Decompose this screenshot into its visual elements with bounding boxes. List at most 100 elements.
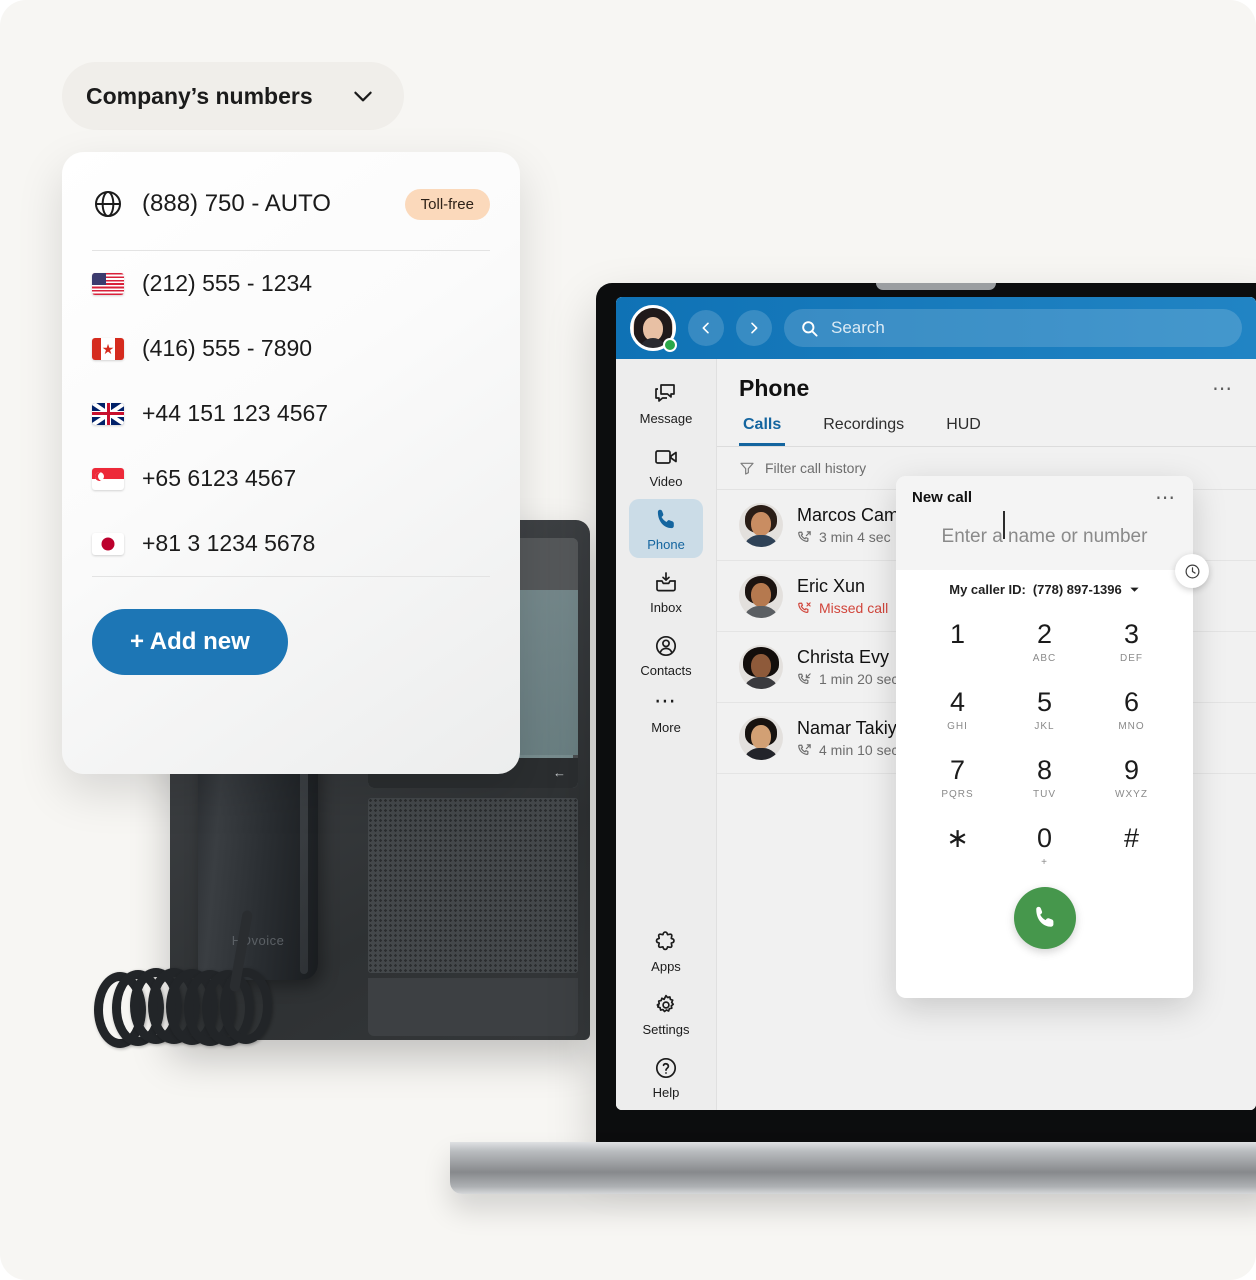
avatar [739,574,783,618]
caller-name: Namar Takiya [797,718,907,738]
sidebar-item-label: More [651,720,681,735]
key-letters: + [1041,857,1048,868]
chevron-right-icon [751,322,758,334]
key-letters: TUV [1033,789,1056,800]
call-outgoing-icon [798,743,811,755]
dialer-title: New call [912,489,973,506]
phone-call-icon [1035,906,1053,927]
key-letters: PQRS [941,789,974,800]
company-numbers-dropdown[interactable]: Company’s numbers [62,62,404,130]
dialpad-key-6[interactable]: 6 MNO [1088,677,1175,745]
sidebar-item-label: Settings [642,1022,690,1037]
call-outgoing-icon [798,530,811,542]
dialpad-key-2[interactable]: 2 ABC [1001,609,1088,677]
sidebar-item-phone[interactable]: Phone [629,499,703,558]
puzzle-icon [655,931,675,951]
phone-number: (212) 555 - 1234 [142,270,313,296]
key-letters: DEF [1120,653,1143,664]
dialpad-key-7[interactable]: 7 PQRS [914,745,1001,813]
globe-icon [95,191,121,217]
sidebar-item-label: Apps [651,959,681,974]
user-avatar[interactable] [630,305,677,352]
dialpad-key-8[interactable]: 8 TUV [1001,745,1088,813]
sidebar-item-message[interactable]: Message [629,373,703,432]
sidebar-item-video[interactable]: Video [629,436,703,495]
dialer-input-placeholder: Enter a name or number [941,526,1148,547]
tab-calls[interactable]: Calls [739,406,786,446]
sidebar-item-more[interactable]: ⋯ More [629,688,703,741]
key-digit: 3 [1123,619,1140,649]
desk-phone-cord [90,909,320,1050]
sidebar-item-apps[interactable]: Apps [629,921,703,980]
number-row-gb[interactable]: +44 151 123 4567 [92,381,490,446]
sidebar-item-label: Contacts [640,663,692,678]
avatar [739,716,783,760]
chevron-down-icon [354,91,372,102]
message-icon [655,384,675,402]
numbers-card: (888) 750 - AUTO Toll-free (212) 555 - 1… [62,152,520,774]
caller-id-selector[interactable]: My caller ID: (778) 897-1396 [896,570,1193,603]
key-digit: 8 [1036,755,1053,785]
more-horizontal-icon[interactable]: ⋯ [1155,488,1177,508]
start-call-button[interactable] [1013,887,1076,949]
tollfree-row[interactable]: (888) 750 - AUTO Toll-free [92,152,490,250]
phone-number: +81 3 1234 5678 [142,530,316,556]
key-digit: 5 [1036,687,1053,717]
call-meta: Missed call [797,600,888,616]
dialpad-key-3[interactable]: 3 DEF [1088,609,1175,677]
dialpad-key-1[interactable]: 1 [914,609,1001,677]
desk-phone-speaker-grille [368,798,578,973]
tab-recordings[interactable]: Recordings [819,406,908,446]
search-input[interactable]: Search [784,309,1242,347]
dialer-input-area[interactable]: Enter a name or number [896,511,1193,570]
call-status: Missed call [819,600,889,616]
call-incoming-icon [798,672,811,684]
gb-flag-icon [92,402,124,425]
main-header: Phone ⋯ [717,359,1256,406]
dialpad-key-9[interactable]: 9 WXYZ [1088,745,1175,813]
number-row-sg[interactable]: +65 6123 4567 [92,446,490,511]
sidebar-item-label: Phone [647,537,685,552]
sidebar-item-help[interactable]: Help [629,1047,703,1106]
phone-number: +65 6123 4567 [142,465,297,491]
screenshot-canvas: M 55.4898 555 555 4898 ← HDvoice [0,0,1256,1280]
laptop-base [450,1142,1256,1194]
key-letters: JKL [1034,721,1055,732]
phone-number: +44 151 123 4567 [142,400,329,426]
forward-button[interactable] [736,310,772,346]
dialpad-key-star[interactable]: ∗ [914,813,1001,881]
sidebar-item-contacts[interactable]: Contacts [629,625,703,684]
back-button[interactable] [688,310,724,346]
more-icon: ⋯ [654,688,678,713]
key-digit: # [1123,823,1140,853]
sg-flag-icon [92,467,124,490]
tollfree-number: (888) 750 - AUTO [142,190,331,217]
call-meta: 4 min 10 sec [797,742,907,758]
help-icon [655,1057,677,1079]
video-icon [655,450,677,464]
add-new-button[interactable]: + Add new [92,609,288,675]
dialpad-key-5[interactable]: 5 JKL [1001,677,1088,745]
key-digit: 4 [949,687,966,717]
more-horizontal-icon[interactable]: ⋯ [1212,379,1234,399]
call-duration: 3 min 4 sec [819,529,891,545]
number-row-ca[interactable]: ★ (416) 555 - 7890 [92,316,490,381]
caller-id-label: My caller ID: [949,582,1026,597]
phone-number: (416) 555 - 7890 [142,335,313,361]
dialpad-key-0[interactable]: 0 + [1001,813,1088,881]
tab-hud[interactable]: HUD [942,406,985,446]
key-digit: 2 [1036,619,1053,649]
call-meta: 3 min 4 sec [797,529,899,545]
dialpad-key-4[interactable]: 4 GHI [914,677,1001,745]
sidebar-item-inbox[interactable]: Inbox [629,562,703,621]
number-row-jp[interactable]: +81 3 1234 5678 [92,511,490,576]
number-row-us[interactable]: (212) 555 - 1234 [92,251,490,316]
sidebar-item-settings[interactable]: Settings [629,984,703,1043]
sidebar: Message Video Phone Inbox Contacts ⋯ Mor… [616,359,717,1110]
dialpad-key-hash[interactable]: # [1088,813,1175,881]
text-cursor [1003,511,1005,539]
call-history-button[interactable] [1175,554,1209,588]
call-missed-icon [798,601,811,613]
sidebar-item-label: Inbox [650,600,682,615]
caller-name: Christa Evy [797,647,890,667]
